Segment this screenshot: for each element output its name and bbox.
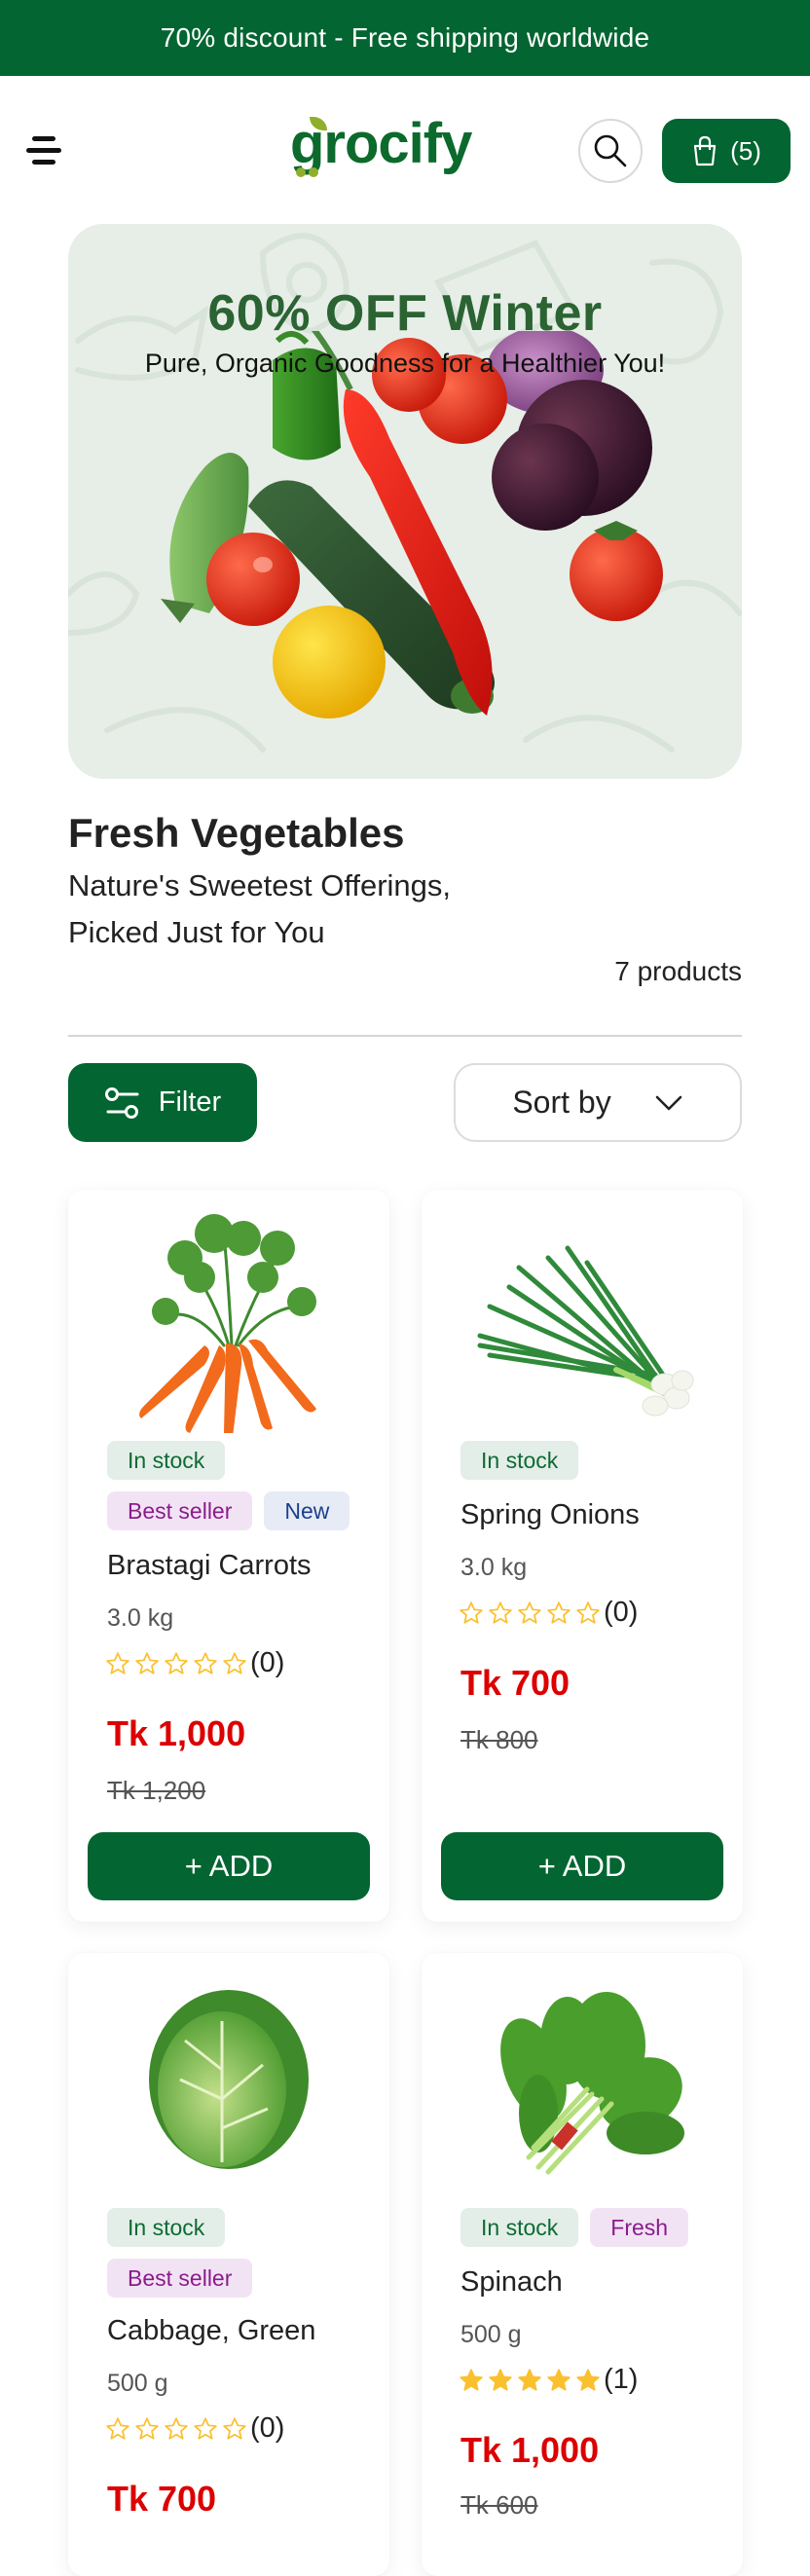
- product-weight: 3.0 kg: [107, 1604, 174, 1632]
- star-outline-icon: [518, 1601, 541, 1624]
- product-name[interactable]: Spinach: [460, 2266, 563, 2299]
- product-name[interactable]: Cabbage, Green: [107, 2315, 315, 2347]
- add-label: + ADD: [537, 1849, 627, 1883]
- logo-dot: [296, 167, 306, 177]
- chevron-down-icon: [655, 1095, 681, 1110]
- product-weight: 500 g: [460, 2321, 522, 2348]
- product-rating: (0): [459, 1597, 638, 1629]
- cabbage-image: [149, 1990, 309, 2169]
- original-price: Tk 1,200: [107, 1776, 206, 1805]
- star-outline-icon: [106, 1651, 129, 1674]
- product-price: Tk 1,000: [107, 1713, 246, 1753]
- review-count: (0): [250, 2412, 285, 2444]
- original-price: Tk 600: [460, 2490, 538, 2520]
- star-outline-icon: [489, 1601, 512, 1624]
- star-outline-icon: [135, 2416, 159, 2440]
- star-filled-icon: [460, 2368, 483, 2391]
- menu-line: [32, 160, 55, 165]
- product-weight: 500 g: [107, 2370, 168, 2397]
- product-price: Tk 700: [460, 1663, 571, 1703]
- star-outline-icon: [547, 1601, 571, 1624]
- badge-group: In stock Fresh: [460, 2208, 714, 2247]
- product-card[interactable]: In stock Best seller New Brastagi Carrot…: [68, 1190, 389, 1922]
- product-rating: (0): [105, 1647, 284, 1679]
- site-header: grocify (5): [0, 76, 810, 222]
- in-stock-badge: In stock: [460, 2208, 579, 2247]
- star-outline-icon: [194, 1651, 217, 1674]
- add-to-cart-button[interactable]: + ADD: [88, 1832, 370, 1900]
- star-outline-icon: [223, 2416, 246, 2440]
- menu-line: [26, 148, 61, 153]
- divider: [68, 1035, 742, 1037]
- best-seller-badge: Best seller: [107, 2259, 253, 2298]
- filter-button[interactable]: Filter: [68, 1063, 257, 1142]
- hero-title: 60% OFF Winter: [207, 285, 603, 342]
- category-title: Fresh Vegetables: [68, 810, 405, 856]
- star-outline-icon: [460, 1601, 483, 1624]
- star-filled-icon: [518, 2368, 541, 2391]
- product-card[interactable]: In stock Spring Onions 3.0 kg (0) Tk 700…: [422, 1190, 743, 1922]
- star-outline-icon: [576, 1601, 600, 1624]
- product-name[interactable]: Spring Onions: [460, 1499, 640, 1531]
- product-count: 7 products: [614, 956, 742, 986]
- sliders-icon: [104, 1086, 139, 1119]
- spinach-image: [500, 1992, 684, 2175]
- sort-dropdown[interactable]: Sort by: [454, 1063, 742, 1142]
- review-count: (1): [604, 2364, 639, 2395]
- vegetables-image: [161, 331, 663, 718]
- product-card[interactable]: In stock Best seller Cabbage, Green 500 …: [68, 1953, 389, 2576]
- hamburger-menu-icon[interactable]: [23, 127, 64, 167]
- product-price: Tk 1,000: [460, 2430, 600, 2470]
- star-rating: [105, 2416, 247, 2442]
- star-rating: [105, 1651, 247, 1676]
- menu-line: [32, 136, 55, 141]
- cart-count: (5): [730, 135, 761, 166]
- promo-text: 70% discount - Free shipping worldwide: [160, 22, 650, 53]
- star-outline-icon: [165, 1651, 188, 1674]
- product-price: Tk 700: [107, 2479, 217, 2519]
- add-to-cart-button[interactable]: + ADD: [441, 1832, 723, 1900]
- hero-banner[interactable]: 60% OFF Winter Pure, Organic Goodness fo…: [68, 224, 742, 779]
- product-rating: (0): [105, 2412, 284, 2445]
- best-seller-badge: Best seller: [107, 1491, 253, 1530]
- star-outline-icon: [106, 2416, 129, 2440]
- star-outline-icon: [165, 2416, 188, 2440]
- badge-group: In stock Best seller: [107, 2208, 360, 2298]
- hero-subtitle: Pure, Organic Goodness for a Healthier Y…: [144, 349, 666, 378]
- product-name[interactable]: Brastagi Carrots: [107, 1550, 312, 1582]
- star-outline-icon: [135, 1651, 159, 1674]
- original-price: Tk 800: [460, 1725, 538, 1754]
- logo-dot: [309, 167, 318, 177]
- product-rating: (1): [459, 2364, 638, 2396]
- in-stock-badge: In stock: [107, 1441, 226, 1480]
- product-card[interactable]: In stock Fresh Spinach 500 g (1) Tk 1,00…: [422, 1953, 743, 2576]
- in-stock-badge: In stock: [107, 2208, 226, 2247]
- star-outline-icon: [223, 1651, 246, 1674]
- sort-label: Sort by: [512, 1085, 611, 1120]
- product-weight: 3.0 kg: [460, 1554, 528, 1581]
- search-icon: [594, 134, 627, 167]
- star-rating: [459, 1601, 601, 1626]
- category-description: Nature's Sweetest Offerings, Picked Just…: [68, 868, 452, 949]
- cart-button[interactable]: (5): [662, 119, 791, 183]
- star-filled-icon: [547, 2368, 571, 2391]
- search-button[interactable]: [578, 119, 643, 183]
- in-stock-badge: In stock: [460, 1441, 579, 1480]
- star-filled-icon: [576, 2368, 600, 2391]
- spring-onions-image: [477, 1245, 694, 1417]
- shopping-bag-icon: [694, 135, 717, 166]
- star-filled-icon: [489, 2368, 512, 2391]
- add-label: + ADD: [184, 1849, 274, 1883]
- review-count: (0): [250, 1647, 285, 1678]
- badge-group: In stock Best seller New: [107, 1441, 360, 1530]
- carrots-image: [139, 1214, 316, 1433]
- star-outline-icon: [194, 2416, 217, 2440]
- promo-banner: 70% discount - Free shipping worldwide: [0, 0, 810, 76]
- badge-group: In stock: [460, 1441, 714, 1480]
- filter-label: Filter: [158, 1086, 222, 1118]
- review-count: (0): [604, 1597, 639, 1628]
- new-badge: New: [264, 1491, 350, 1530]
- fresh-badge: Fresh: [590, 2208, 689, 2247]
- star-rating: [459, 2368, 601, 2393]
